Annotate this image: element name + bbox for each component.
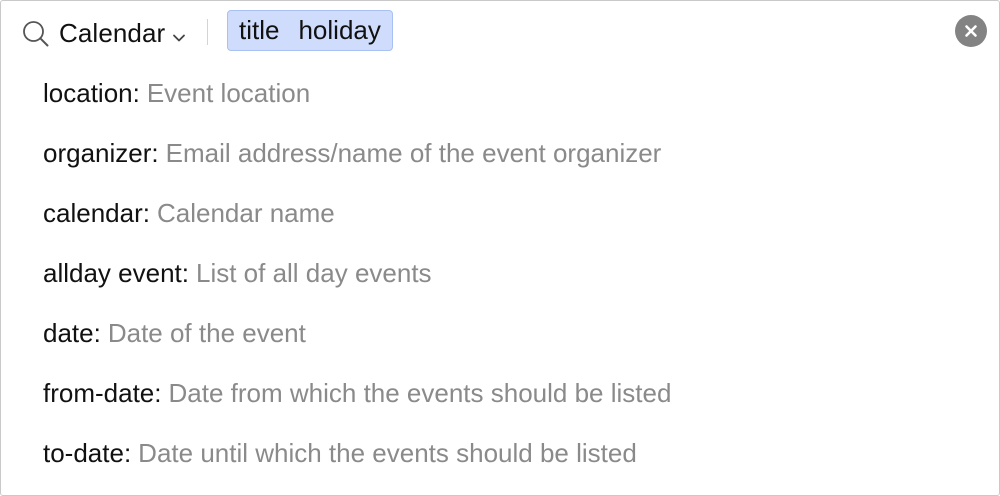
clear-search-button[interactable] xyxy=(955,15,987,47)
suggestion-description: Date from which the events should be lis… xyxy=(168,377,672,408)
suggestion-location[interactable]: location: Event location xyxy=(43,63,983,123)
search-separator xyxy=(207,19,208,45)
suggestion-description: List of all day events xyxy=(195,257,432,288)
suggestion-description: Calendar name xyxy=(156,197,335,228)
search-scope-dropdown[interactable]: Calendar xyxy=(59,15,186,51)
suggestion-key: allday event: xyxy=(43,257,189,288)
search-suggestion-list: location: Event location organizer: Email … xyxy=(43,63,983,483)
suggestion-key: from-date: xyxy=(43,377,162,408)
chevron-down-icon xyxy=(172,30,186,41)
chip-value-term: holiday xyxy=(298,15,381,45)
suggestion-date[interactable]: date: Date of the event xyxy=(43,303,983,363)
suggestion-key: organizer: xyxy=(43,137,159,168)
suggestion-key: location: xyxy=(43,77,140,108)
suggestion-key: to-date: xyxy=(43,437,132,468)
suggestion-allday-event[interactable]: allday event: List of all day events xyxy=(43,243,983,303)
suggestion-key: calendar: xyxy=(43,197,150,228)
search-scope-label: Calendar xyxy=(59,17,166,48)
suggestion-description: Date until which the events should be li… xyxy=(138,437,637,468)
suggestion-description: Email address/name of the event organize… xyxy=(165,137,662,168)
search-icon xyxy=(22,20,50,48)
suggestion-calendar[interactable]: calendar: Calendar name xyxy=(43,183,983,243)
search-query-chip[interactable]: title holiday xyxy=(227,10,393,51)
search-bar: Calendar title holiday xyxy=(1,1,999,63)
close-icon xyxy=(965,25,977,37)
suggestion-organizer[interactable]: organizer: Email address/name of the even… xyxy=(43,123,983,183)
search-suggestion-panel: Calendar title holiday location: Event loc… xyxy=(0,0,1000,496)
suggestion-to-date[interactable]: to-date: Date until which the events shou… xyxy=(43,423,983,483)
chip-field-term: title xyxy=(239,15,280,45)
suggestion-key: date: xyxy=(43,317,101,348)
suggestion-from-date[interactable]: from-date: Date from which the events sho… xyxy=(43,363,983,423)
suggestion-description: Date of the event xyxy=(107,317,306,348)
suggestion-description: Event location xyxy=(146,77,311,108)
